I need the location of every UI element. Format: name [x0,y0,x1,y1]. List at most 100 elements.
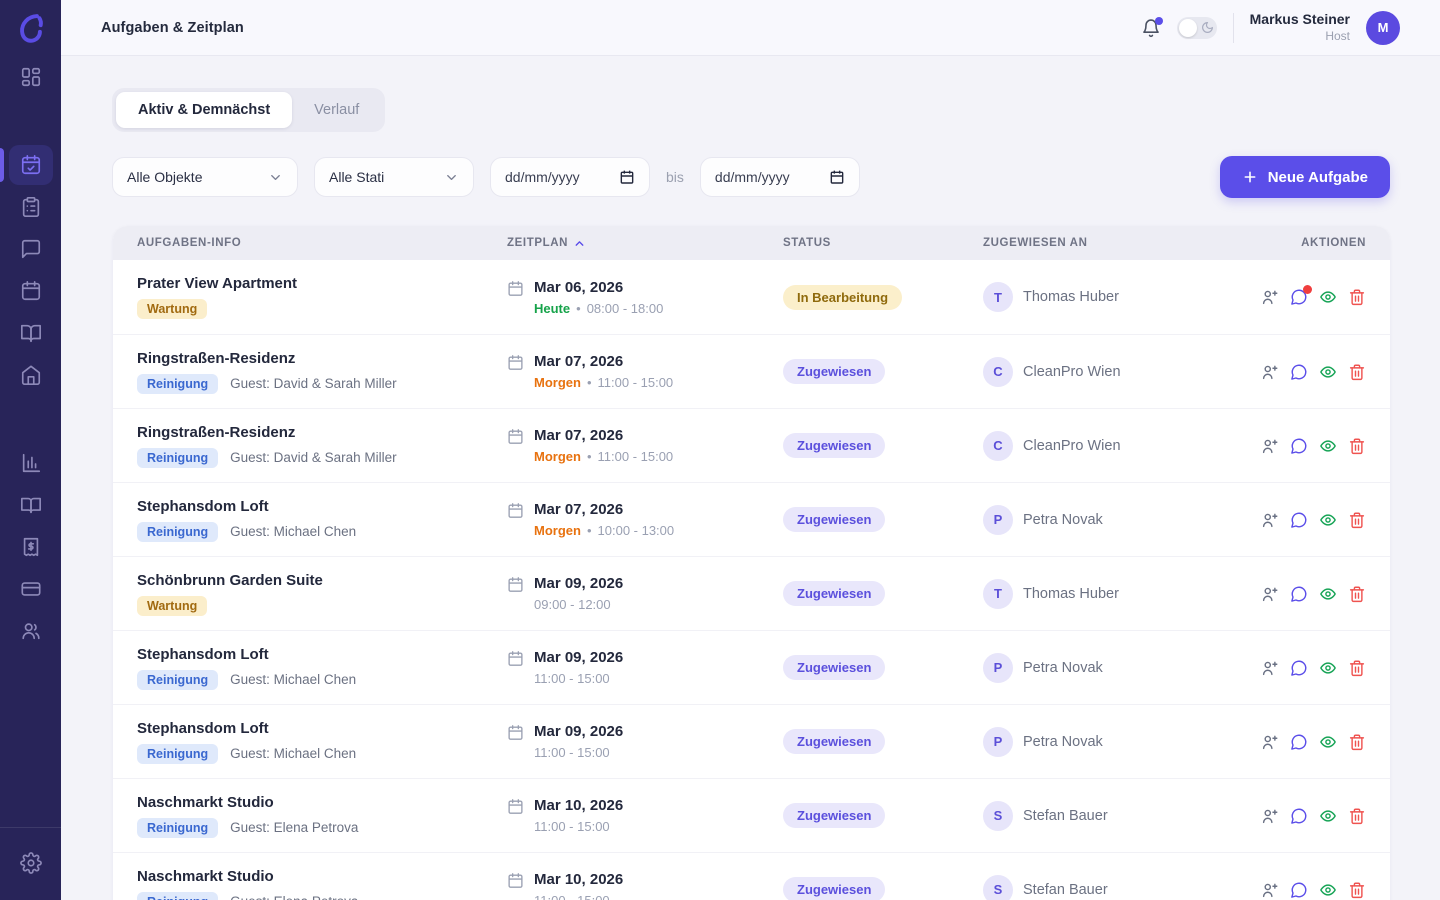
tab-active-upcoming[interactable]: Aktiv & Demnächst [116,92,292,128]
sidebar-item-checklists[interactable] [9,187,53,227]
view-button[interactable] [1319,288,1337,306]
sidebar-item-bookings[interactable] [9,313,53,353]
view-button[interactable] [1319,585,1337,603]
delete-button[interactable] [1348,585,1366,603]
chat-button[interactable] [1290,437,1308,455]
sidebar-item-messages[interactable] [9,229,53,269]
message-circle-icon [1290,733,1308,751]
dot-separator: • [587,449,592,464]
settings-gear-icon [20,852,42,874]
property-name: Schönbrunn Garden Suite [137,572,507,589]
sidebar-item-settings[interactable] [9,843,53,883]
task-date: Mar 06, 2026 [534,279,663,296]
moon-icon [1201,21,1214,34]
user-avatar[interactable]: M [1366,11,1400,45]
sidebar-item-analytics[interactable] [9,443,53,483]
chat-button[interactable] [1290,363,1308,381]
task-date: Mar 07, 2026 [534,501,674,518]
sidebar-item-invoices[interactable] [9,527,53,567]
date-to-input[interactable]: dd/mm/yyyy [700,157,860,197]
new-task-button[interactable]: Neue Aufgabe [1220,156,1390,198]
view-button[interactable] [1319,511,1337,529]
sidebar-item-guidebooks[interactable] [9,485,53,525]
trash-icon [1348,733,1366,751]
day-label: Heute [534,301,570,316]
task-type-badge: Wartung [137,596,207,616]
time-range: 08:00 - 18:00 [587,301,664,316]
view-button[interactable] [1319,733,1337,751]
delete-button[interactable] [1348,881,1366,899]
property-name: Stephansdom Loft [137,646,507,663]
reassign-button[interactable] [1261,807,1279,825]
message-circle-icon [1290,437,1308,455]
table-row: Naschmarkt Studio Reinigung Guest: Elena… [113,852,1390,900]
reassign-button[interactable] [1261,363,1279,381]
column-header-schedule-label: Zeitplan [507,237,568,249]
sidebar-item-payments[interactable] [9,569,53,609]
tasks-table: Aufgaben-Info Zeitplan Status Zugewiesen… [113,226,1390,900]
task-date: Mar 09, 2026 [534,575,623,592]
sidebar-item-team[interactable] [9,611,53,651]
dark-mode-toggle[interactable] [1177,17,1217,39]
view-button[interactable] [1319,437,1337,455]
eye-icon [1319,585,1337,603]
assignee-avatar: P [983,505,1013,535]
chat-button[interactable] [1290,585,1308,603]
reassign-button[interactable] [1261,585,1279,603]
sidebar-item-calendar[interactable] [9,271,53,311]
chat-button[interactable] [1290,881,1308,899]
sidebar-item-properties[interactable] [9,355,53,395]
chat-button[interactable] [1290,288,1308,306]
sidebar-item-dashboard[interactable] [9,57,53,97]
dot-separator: • [576,301,581,316]
reassign-button[interactable] [1261,881,1279,899]
task-date: Mar 09, 2026 [534,649,623,666]
reassign-button[interactable] [1261,437,1279,455]
sidebar-item-tasks[interactable] [9,145,53,185]
time-range: 11:00 - 15:00 [598,375,674,390]
delete-button[interactable] [1348,511,1366,529]
chat-button[interactable] [1290,733,1308,751]
assignee-name: Petra Novak [1023,660,1103,676]
delete-button[interactable] [1348,437,1366,455]
assignee-name: Petra Novak [1023,512,1103,528]
delete-button[interactable] [1348,659,1366,677]
chat-button[interactable] [1290,659,1308,677]
new-task-button-label: Neue Aufgabe [1268,169,1368,186]
calendar-picker-icon[interactable] [829,169,845,185]
delete-button[interactable] [1348,733,1366,751]
column-header-schedule[interactable]: Zeitplan [507,237,783,250]
sidebar-divider [0,827,61,828]
chat-button[interactable] [1290,511,1308,529]
user-plus-icon [1261,585,1279,603]
view-button[interactable] [1319,881,1337,899]
status-badge: Zugewiesen [783,803,885,828]
view-button[interactable] [1319,807,1337,825]
view-button[interactable] [1319,659,1337,677]
calendar-picker-icon[interactable] [619,169,635,185]
date-from-input[interactable]: dd/mm/yyyy [490,157,650,197]
unread-dot [1303,285,1312,294]
delete-button[interactable] [1348,807,1366,825]
table-row: Stephansdom Loft Reinigung Guest: Michae… [113,630,1390,704]
delete-button[interactable] [1348,288,1366,306]
delete-button[interactable] [1348,363,1366,381]
tab-history[interactable]: Verlauf [292,92,381,128]
task-type-badge: Reinigung [137,374,218,394]
status-filter-select[interactable]: Alle Stati [314,157,474,197]
reassign-button[interactable] [1261,659,1279,677]
chat-button[interactable] [1290,807,1308,825]
reassign-button[interactable] [1261,288,1279,306]
object-filter-select[interactable]: Alle Objekte [112,157,298,197]
view-button[interactable] [1319,363,1337,381]
reassign-button[interactable] [1261,511,1279,529]
date-range-separator: bis [666,169,684,185]
tab-group: Aktiv & Demnächst Verlauf [112,88,385,132]
property-name: Stephansdom Loft [137,498,507,515]
notifications-button[interactable] [1141,18,1161,38]
column-header-assignee: Zugewiesen an [983,237,1254,249]
user-plus-icon [1261,733,1279,751]
message-circle-icon [1290,881,1308,899]
reassign-button[interactable] [1261,733,1279,751]
property-name: Naschmarkt Studio [137,794,507,811]
